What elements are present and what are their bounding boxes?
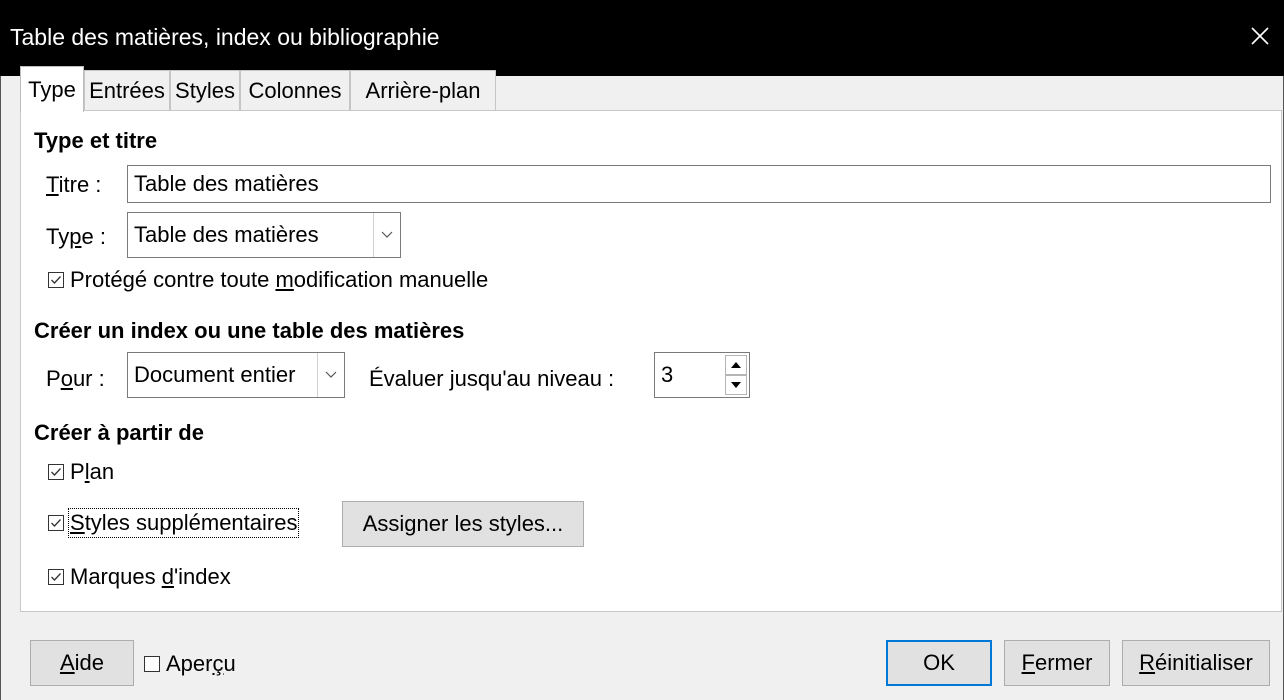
title-input-value: Table des matières xyxy=(134,171,319,196)
additional-styles-checkbox[interactable]: Styles supplémentaires xyxy=(46,508,300,538)
chevron-down-icon[interactable] xyxy=(373,213,400,257)
tab-background[interactable]: Arrière-plan xyxy=(350,70,496,110)
checkbox-unchecked-icon xyxy=(142,654,162,674)
section-heading-create-from: Créer à partir de xyxy=(34,420,204,445)
type-select-value: Table des matières xyxy=(134,222,319,247)
title-label: Titre : xyxy=(46,172,102,197)
level-value: 3 xyxy=(661,362,674,387)
for-select-value: Document entier xyxy=(134,362,296,387)
dialog-title: Table des matières, index ou bibliograph… xyxy=(10,24,440,50)
index-marks-label: Marques d'index xyxy=(70,564,231,589)
level-spinbox[interactable]: 3 xyxy=(654,352,750,398)
title-input[interactable]: Table des matières xyxy=(127,165,1271,203)
tab-label: Styles xyxy=(175,78,235,103)
evaluate-level-label: Évaluer jusqu'au niveau : xyxy=(369,366,615,391)
assign-styles-button[interactable]: Assi g ner les styles... xyxy=(342,501,584,547)
additional-styles-label: Styles supplémentaires xyxy=(67,508,300,538)
section-heading-type-title: Type et titre xyxy=(34,128,158,153)
for-select[interactable]: Document entier xyxy=(127,352,345,398)
preview-label: Aperçu xyxy=(166,651,236,676)
outline-checkbox[interactable]: Plan xyxy=(46,458,114,486)
for-label: Pour : xyxy=(46,366,105,391)
spin-buttons xyxy=(725,355,747,395)
protect-checkbox[interactable]: Protégé contre toute modification manuel… xyxy=(46,266,488,294)
protect-label: Protégé contre toute modification manuel… xyxy=(70,267,489,292)
spin-up-icon[interactable] xyxy=(725,355,747,375)
tab-label: Type xyxy=(28,77,76,102)
outline-label: Plan xyxy=(70,459,115,484)
spin-down-icon[interactable] xyxy=(725,375,747,395)
ok-button[interactable]: OK xyxy=(886,640,992,686)
tab-type[interactable]: Type xyxy=(20,66,84,112)
dialog-titlebar: Table des matières, index ou bibliograph… xyxy=(0,0,1284,76)
section-heading-create-index: Créer un index ou une table des matières xyxy=(34,318,465,343)
tab-columns[interactable]: Colonnes xyxy=(240,70,350,110)
close-icon[interactable] xyxy=(1244,20,1276,52)
close-button[interactable]: Fermer xyxy=(1004,640,1110,686)
index-marks-checkbox[interactable]: Marques d'index xyxy=(46,563,231,591)
reset-button[interactable]: Réinitialiser xyxy=(1122,640,1270,686)
checkbox-checked-icon xyxy=(46,567,66,587)
type-label: Type : xyxy=(46,224,106,249)
type-select[interactable]: Table des matières xyxy=(127,212,401,258)
checkbox-checked-icon xyxy=(46,270,66,290)
tab-label: Colonnes xyxy=(248,78,342,103)
chevron-down-icon[interactable] xyxy=(317,353,344,397)
tab-styles[interactable]: Styles xyxy=(170,70,240,110)
tab-entries[interactable]: Entrées xyxy=(84,70,170,110)
window-border-left xyxy=(0,76,1,700)
preview-checkbox[interactable]: Aperçu xyxy=(142,650,236,678)
checkbox-checked-icon xyxy=(46,462,66,482)
checkbox-checked-icon xyxy=(46,513,66,533)
tab-label: Arrière-plan xyxy=(365,78,481,103)
help-button[interactable]: Aide xyxy=(30,640,134,686)
tab-label: Entrées xyxy=(89,78,165,103)
